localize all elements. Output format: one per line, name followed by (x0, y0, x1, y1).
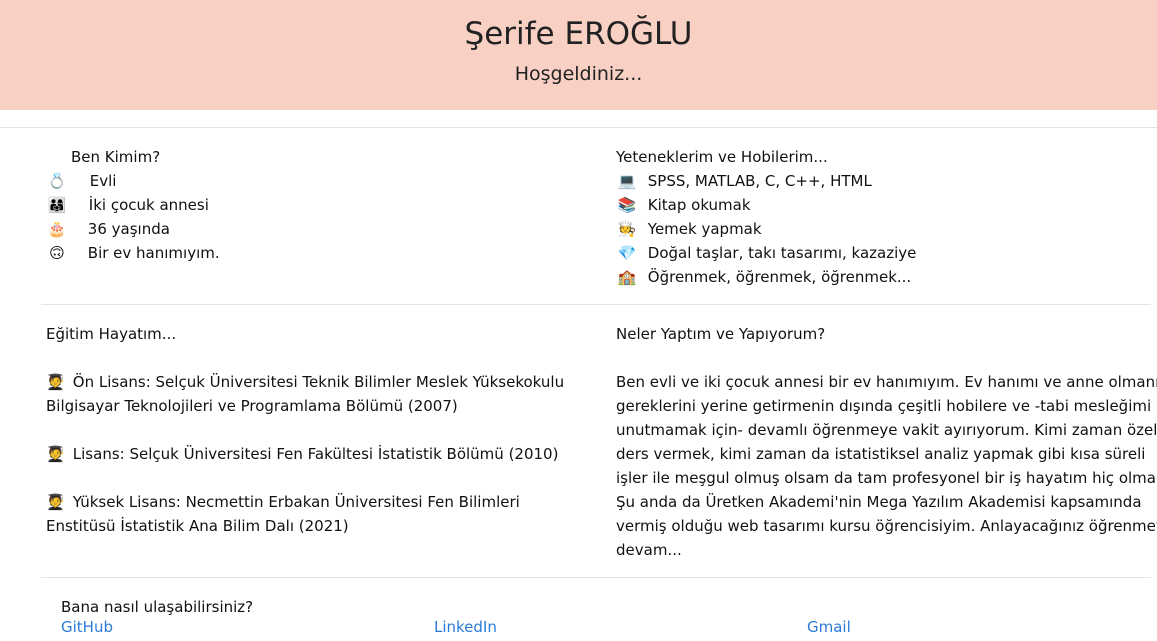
skills-section: Yeteneklerim ve Hobilerim... 💻 SPSS, MAT… (616, 145, 916, 289)
ring-icon: 💍 (47, 172, 67, 190)
story-title: Neler Yaptım ve Yapıyorum? (616, 325, 826, 343)
page-header: Şerife EROĞLU Hoşgeldiniz... (0, 0, 1157, 110)
skills-title: Yeteneklerim ve Hobilerim... (616, 148, 828, 166)
story-line: unutmamak için- devamlı öğrenmeye vakit … (616, 421, 1157, 439)
laptop-icon: 💻 (617, 172, 637, 190)
story-line: ders vermek, kimi zaman da istatistiksel… (616, 445, 1146, 463)
cook-icon: 🧑‍🍳 (617, 220, 637, 238)
education-item-text: Ön Lisans: Selçuk Üniversitesi Teknik Bi… (72, 373, 565, 391)
education-title: Eğitim Hayatım... (46, 325, 177, 343)
education-item: 🧑‍🎓 Ön Lisans: Selçuk Üniversitesi Tekni… (46, 370, 564, 394)
books-icon: 📚 (617, 196, 637, 214)
divider (0, 127, 1157, 128)
divider (41, 577, 1151, 578)
linkedin-link[interactable]: LinkedIn (434, 618, 497, 636)
cake-icon: 🎂 (47, 220, 67, 238)
skills-item-label: Öğrenmek, öğrenmek, öğrenmek... (647, 268, 912, 286)
education-item-continued: Enstitüsü İstatistik Ana Bilim Dalı (202… (46, 517, 349, 535)
about-item-label: İki çocuk annesi (88, 196, 209, 214)
skills-item: 🏫 Öğrenmek, öğrenmek, öğrenmek... (616, 265, 916, 289)
education-item-continued: Bilgisayar Teknolojileri ve Programlama … (46, 397, 458, 415)
school-icon: 🏫 (617, 268, 637, 286)
about-item-label: Evli (89, 172, 117, 190)
skills-item: 💎 Doğal taşlar, takı tasarımı, kazaziye (616, 241, 917, 265)
page-title: Şerife EROĞLU (464, 16, 693, 52)
divider (41, 304, 1151, 305)
story-line: işler ile meşgul olmuş olsam da tam prof… (616, 469, 1157, 487)
story-line: Şu anda da Üretken Akademi'nin Mega Yazı… (616, 493, 1142, 511)
about-section: Ben Kimim? 💍 Evli 👨‍👩‍👧 İki çocuk annesi… (46, 145, 220, 265)
story-line: Ben evli ve iki çocuk annesi bir ev hanı… (616, 373, 1157, 391)
story-line: devam... (616, 541, 682, 559)
education-item-text: Yüksek Lisans: Necmettin Erbakan Ünivers… (72, 493, 520, 511)
welcome-text: Hoşgeldiniz... (514, 63, 643, 85)
story-line: vermiş olduğu web tasarımı kursu öğrenci… (616, 517, 1157, 535)
education-section: Eğitim Hayatım... 🧑‍🎓 Ön Lisans: Selçuk … (46, 322, 564, 538)
education-item: 🧑‍🎓 Yüksek Lisans: Necmettin Erbakan Üni… (46, 490, 564, 514)
skills-item-label: Kitap okumak (647, 196, 751, 214)
gmail-link[interactable]: Gmail (807, 618, 851, 636)
skills-item: 🧑‍🍳 Yemek yapmak (616, 217, 916, 241)
student-icon: 🧑‍🎓 (46, 373, 65, 391)
contact-title: Bana nasıl ulaşabilirsiniz? (61, 598, 254, 616)
student-icon: 🧑‍🎓 (46, 445, 65, 463)
story-paragraph: Ben evli ve iki çocuk annesi bir ev hanı… (616, 370, 1157, 562)
student-icon: 🧑‍🎓 (46, 493, 65, 511)
skills-item: 📚 Kitap okumak (616, 193, 916, 217)
skills-item-label: Doğal taşlar, takı tasarımı, kazaziye (647, 244, 917, 262)
skills-item-label: SPSS, MATLAB, C, C++, HTML (647, 172, 872, 190)
about-item-married: 💍 Evli (46, 169, 220, 193)
about-item-housewife: 🙃 Bir ev hanımıyım. (46, 241, 220, 265)
education-item: 🧑‍🎓 Lisans: Selçuk Üniversitesi Fen Fakü… (46, 442, 564, 466)
about-item-label: 36 yaşında (87, 220, 170, 238)
gem-icon: 💎 (617, 244, 637, 262)
education-item-text: Lisans: Selçuk Üniversitesi Fen Fakültes… (72, 445, 559, 463)
story-section: Neler Yaptım ve Yapıyorum? Ben evli ve i… (616, 322, 1157, 562)
about-item-mother: 👨‍👩‍👧 İki çocuk annesi (46, 193, 220, 217)
family-icon: 👨‍👩‍👧 (47, 196, 67, 214)
smile-icon: 🙃 (49, 244, 65, 262)
skills-item-label: Yemek yapmak (647, 220, 762, 238)
skills-item: 💻 SPSS, MATLAB, C, C++, HTML (616, 169, 916, 193)
about-item-age: 🎂 36 yaşında (46, 217, 220, 241)
story-line: gereklerini yerine getirmenin dışında çe… (616, 397, 1152, 415)
github-link[interactable]: GitHub (61, 618, 113, 636)
about-item-label: Bir ev hanımıyım. (87, 244, 220, 262)
about-title: Ben Kimim? (71, 148, 161, 166)
